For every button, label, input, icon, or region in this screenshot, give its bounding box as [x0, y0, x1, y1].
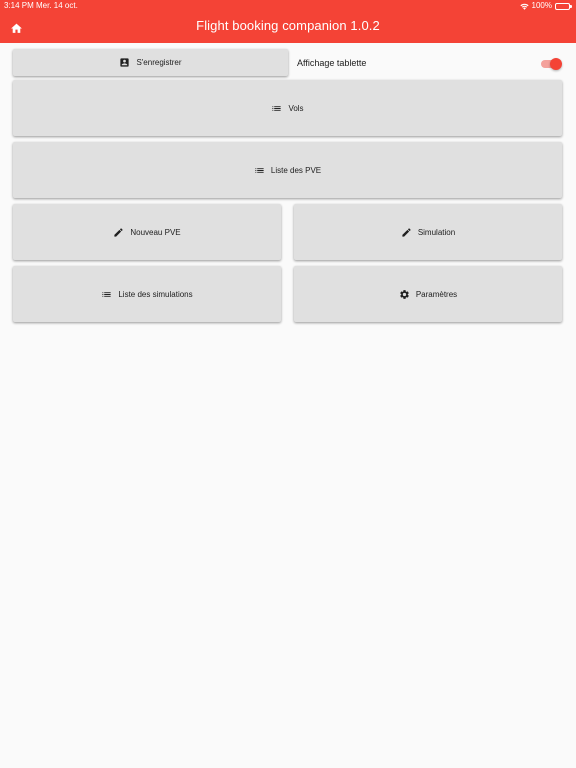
new-pve-button[interactable]: Nouveau PVE [13, 204, 281, 260]
pve-list-button[interactable]: Liste des PVE [13, 142, 562, 198]
tablet-display-label: Affichage tablette [297, 58, 367, 68]
status-right: 100% [519, 0, 572, 12]
pencil-icon [401, 227, 412, 238]
list-icon [101, 289, 112, 300]
tablet-display-toggle[interactable] [540, 58, 562, 70]
wifi-icon [519, 3, 529, 10]
list-icon [271, 103, 282, 114]
new-pve-label: Nouveau PVE [130, 227, 181, 237]
app-bar: 3:14 PM Mer. 14 oct. 100% Flight booking… [0, 0, 576, 43]
battery-percent: 100% [531, 1, 552, 10]
toggle-thumb [550, 58, 562, 70]
status-time: 3:14 PM [4, 1, 34, 10]
register-button[interactable]: S'enregistrer [13, 49, 288, 76]
register-label: S'enregistrer [136, 58, 182, 67]
simulation-label: Simulation [417, 227, 456, 237]
pve-list-label: Liste des PVE [270, 165, 322, 175]
flights-button[interactable]: Vols [13, 80, 562, 136]
status-date: Mer. 14 oct. [36, 1, 78, 10]
status-bar: 3:14 PM Mer. 14 oct. 100% [0, 0, 576, 12]
list-icon [254, 165, 265, 176]
gear-icon [399, 289, 410, 300]
settings-button[interactable]: Paramètres [294, 266, 562, 322]
simulation-button[interactable]: Simulation [294, 204, 562, 260]
settings-label: Paramètres [415, 289, 458, 299]
contact-card-icon [119, 57, 130, 68]
battery-icon [555, 2, 572, 10]
pencil-icon [113, 227, 124, 238]
flights-label: Vols [288, 103, 304, 113]
app-title: Flight booking companion 1.0.2 [196, 18, 380, 33]
simulation-list-label: Liste des simulations [118, 289, 193, 299]
simulation-list-button[interactable]: Liste des simulations [13, 266, 281, 322]
